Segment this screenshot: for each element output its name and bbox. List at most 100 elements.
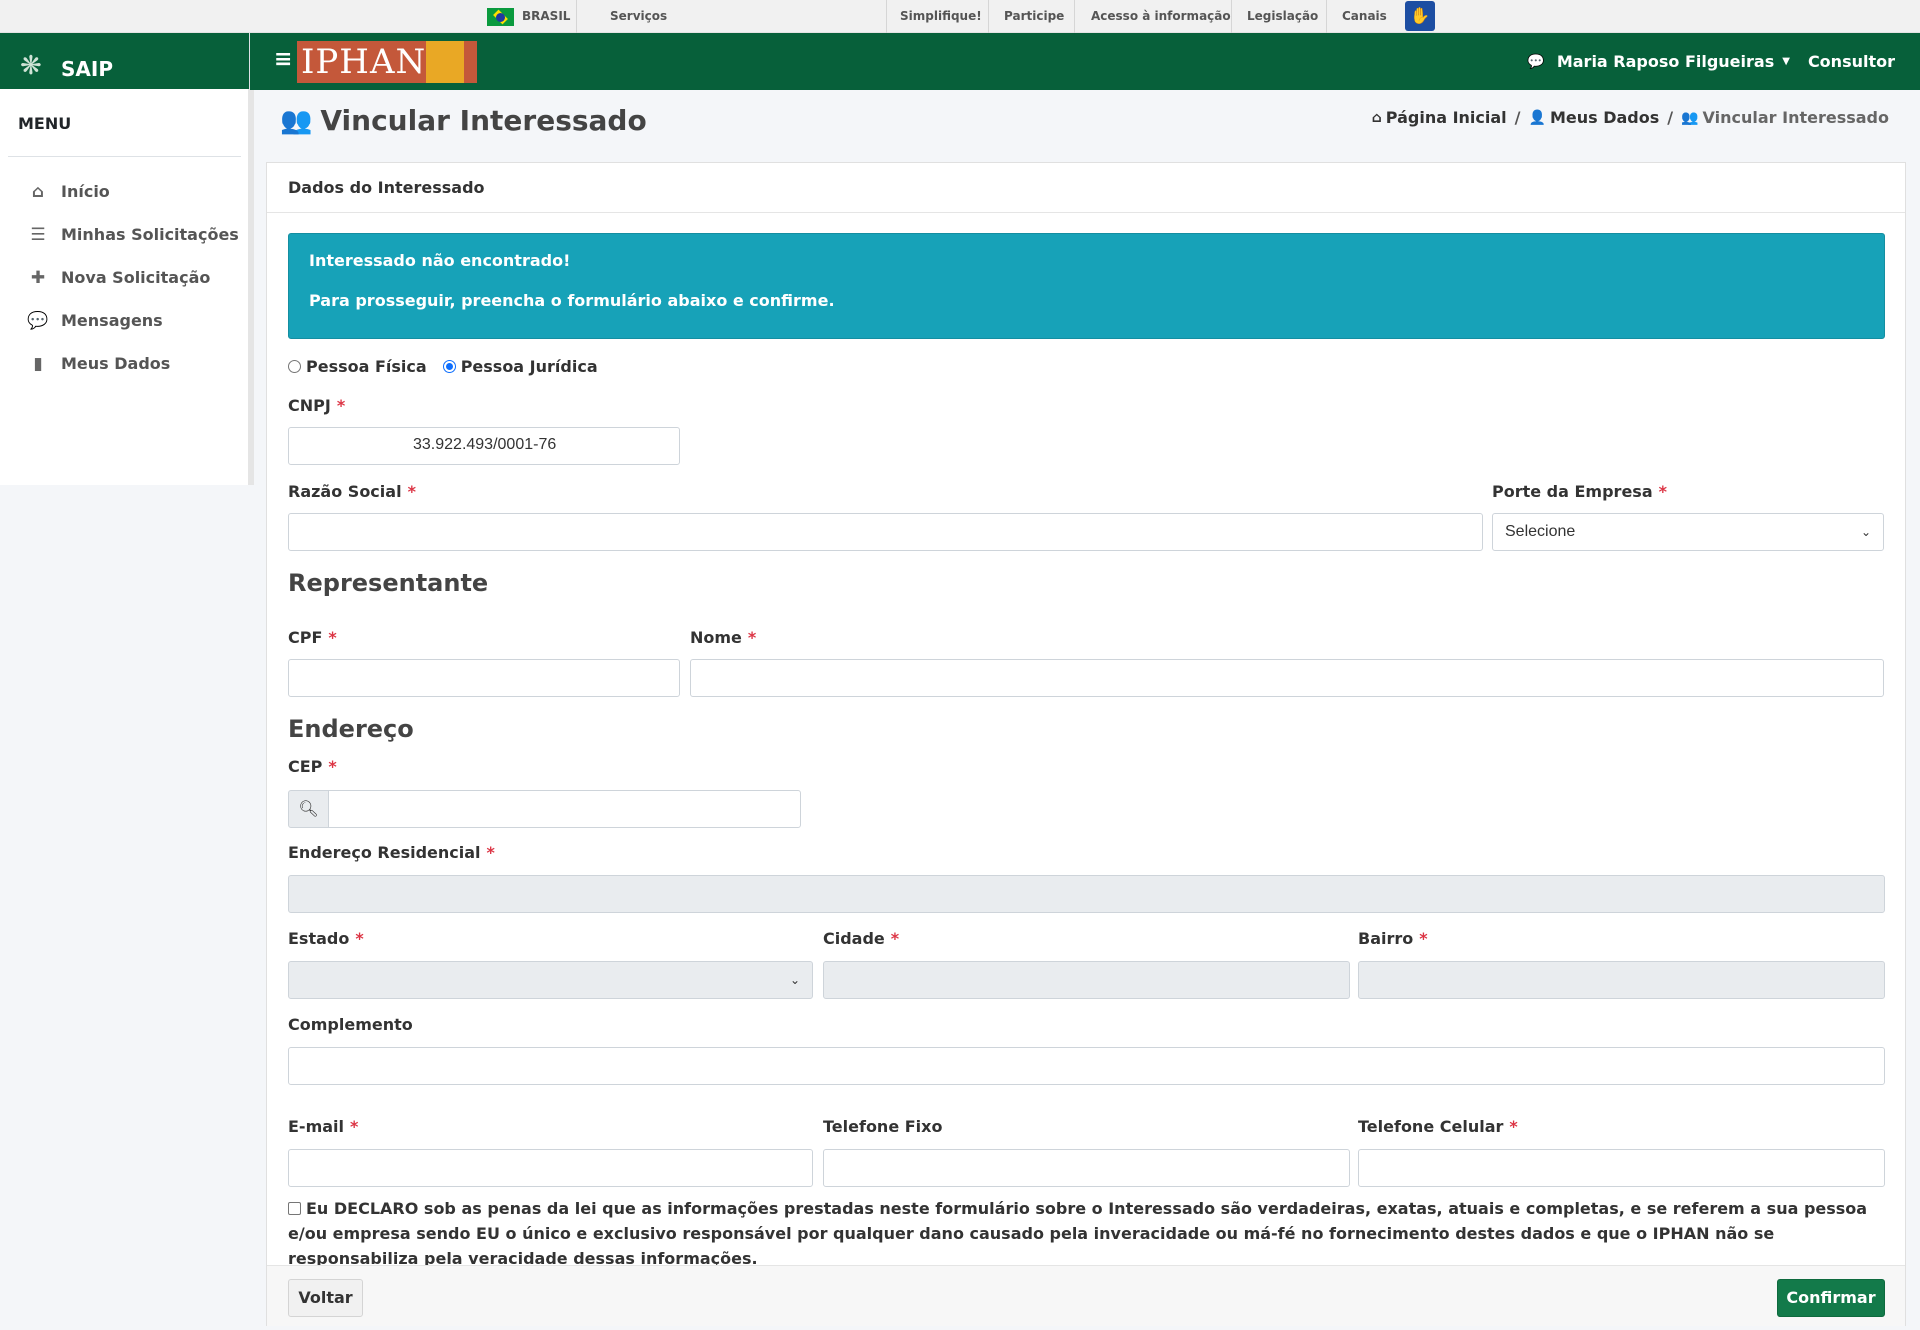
plus-icon: ✚ bbox=[30, 267, 46, 288]
estado-select[interactable]: ⌄ bbox=[288, 961, 813, 999]
app-name: SAIP bbox=[61, 56, 113, 81]
cep-label: CEP * bbox=[288, 757, 337, 776]
user-name-dropdown[interactable]: Maria Raposo Filgueiras bbox=[1557, 52, 1774, 71]
cpf-label: CPF * bbox=[288, 628, 337, 647]
breadcrumb-item-current: Vincular Interessado bbox=[1702, 108, 1889, 127]
cnpj-label: CNPJ * bbox=[288, 396, 346, 415]
complemento-input[interactable] bbox=[288, 1047, 1885, 1085]
cep-input[interactable] bbox=[328, 790, 801, 828]
porte-empresa-select[interactable]: Selecione ⌄ bbox=[1492, 513, 1884, 551]
endereco-residencial-input[interactable] bbox=[288, 875, 1885, 913]
chat-icon[interactable]: 💬 bbox=[1527, 54, 1544, 70]
sidebar-item-label: Mensagens bbox=[61, 311, 163, 330]
alert-line-1: Interessado não encontrado! bbox=[309, 251, 571, 270]
comments-icon: 💬 bbox=[27, 310, 49, 331]
razao-social-label: Razão Social * bbox=[288, 482, 416, 501]
iphan-logo-text: IPHAN bbox=[301, 42, 427, 82]
radio-label-pessoa-fisica[interactable]: Pessoa Física bbox=[306, 357, 427, 376]
confirm-button[interactable]: Confirmar bbox=[1777, 1279, 1885, 1317]
alert-line-2: Para prosseguir, preencha o formulário a… bbox=[309, 291, 835, 310]
home-icon: ⌂ bbox=[31, 181, 45, 202]
file-icon: ▮ bbox=[33, 353, 43, 374]
search-icon[interactable]: 🔍︎ bbox=[288, 790, 329, 828]
nome-label: Nome * bbox=[690, 628, 757, 647]
bairro-input[interactable] bbox=[1358, 961, 1885, 999]
gov-link-simplifique[interactable]: Simplifique! bbox=[900, 9, 982, 23]
gov-link-legislacao[interactable]: Legislação bbox=[1247, 9, 1318, 23]
sidebar-item-minhas-solicitacoes[interactable]: ☰ Minhas Solicitações bbox=[0, 213, 249, 256]
hamburger-menu-icon[interactable]: ≡ bbox=[274, 47, 292, 72]
bairro-label: Bairro * bbox=[1358, 929, 1428, 948]
endereco-residencial-label: Endereço Residencial * bbox=[288, 843, 495, 862]
breadcrumb: ⌂ Página Inicial / 👤 Meus Dados / 👥 Vinc… bbox=[1372, 108, 1889, 127]
person-type-radio-group: Pessoa Física Pessoa Jurídica bbox=[288, 357, 598, 376]
radio-label-pessoa-juridica[interactable]: Pessoa Jurídica bbox=[461, 357, 598, 376]
declaration-row: Eu DECLARO sob as penas da lei que as in… bbox=[288, 1196, 1888, 1271]
gov-brasil-link[interactable]: BRASIL bbox=[522, 9, 570, 23]
radio-pessoa-fisica[interactable] bbox=[288, 360, 301, 373]
chevron-down-icon: ⌄ bbox=[1860, 525, 1871, 539]
info-alert: Interessado não encontrado! Para prosseg… bbox=[288, 233, 1885, 339]
top-navbar: ≡ IPHAN 💬 Maria Raposo Filgueiras ▼ Cons… bbox=[250, 33, 1920, 90]
breadcrumb-item-pagina-inicial[interactable]: Página Inicial bbox=[1386, 108, 1507, 127]
breadcrumb-item-meus-dados[interactable]: Meus Dados bbox=[1550, 108, 1659, 127]
telefone-celular-label: Telefone Celular * bbox=[1358, 1117, 1518, 1136]
gov-link-canais[interactable]: Canais bbox=[1342, 9, 1387, 23]
home-icon: ⌂ bbox=[1371, 109, 1382, 126]
chevron-down-icon: ⌄ bbox=[789, 973, 800, 987]
card-header: Dados do Interessado bbox=[267, 163, 1905, 213]
porte-empresa-value: Selecione bbox=[1505, 523, 1576, 540]
complemento-label: Complemento bbox=[288, 1015, 413, 1034]
cidade-label: Cidade * bbox=[823, 929, 900, 948]
card-footer: Voltar Confirmar bbox=[267, 1265, 1905, 1326]
sidebar-item-mensagens[interactable]: 💬 Mensagens bbox=[0, 299, 249, 342]
sidebar-brand[interactable]: ❋ SAIP bbox=[0, 33, 249, 89]
saip-logo-icon: ❋ bbox=[20, 50, 42, 81]
cidade-input[interactable] bbox=[823, 961, 1350, 999]
accessibility-icon[interactable]: ✋ bbox=[1405, 1, 1435, 31]
back-button[interactable]: Voltar bbox=[288, 1279, 363, 1317]
gov-link-servicos[interactable]: Serviços bbox=[610, 9, 667, 23]
email-label: E-mail * bbox=[288, 1117, 359, 1136]
list-icon: ☰ bbox=[30, 224, 46, 245]
telefone-celular-input[interactable] bbox=[1358, 1149, 1885, 1187]
declaration-text[interactable]: Eu DECLARO sob as penas da lei que as in… bbox=[288, 1199, 1867, 1268]
user-icon: 👤 bbox=[1528, 109, 1546, 126]
breadcrumb-separator: / bbox=[1514, 108, 1521, 127]
form-card: Dados do Interessado Interessado não enc… bbox=[266, 162, 1906, 1326]
estado-label: Estado * bbox=[288, 929, 364, 948]
declaration-checkbox[interactable] bbox=[288, 1202, 301, 1215]
cpf-input[interactable] bbox=[288, 659, 680, 697]
menu-title: MENU bbox=[18, 114, 72, 133]
section-representante: Representante bbox=[288, 569, 489, 597]
sidebar-item-inicio[interactable]: ⌂ Início bbox=[0, 170, 249, 213]
gov-top-bar: BRASIL Serviços Simplifique! Participe A… bbox=[0, 0, 1920, 33]
email-input[interactable] bbox=[288, 1149, 813, 1187]
iphan-logo-tag-icon bbox=[426, 41, 465, 83]
gov-link-participe[interactable]: Participe bbox=[1004, 9, 1064, 23]
nome-input[interactable] bbox=[690, 659, 1884, 697]
iphan-logo[interactable]: IPHAN bbox=[297, 41, 477, 83]
caret-down-icon[interactable]: ▼ bbox=[1782, 56, 1790, 67]
sidebar-item-label: Meus Dados bbox=[61, 354, 171, 373]
brazil-flag-icon bbox=[487, 8, 514, 26]
sidebar-item-label: Minhas Solicitações bbox=[61, 225, 239, 244]
radio-pessoa-juridica[interactable] bbox=[442, 360, 456, 373]
breadcrumb-separator: / bbox=[1667, 108, 1674, 127]
page-title-text: Vincular Interessado bbox=[320, 104, 647, 137]
sidebar-item-nova-solicitacao[interactable]: ✚ Nova Solicitação bbox=[0, 256, 249, 299]
cnpj-input[interactable]: 33.922.493/0001-76 bbox=[288, 427, 680, 465]
sidebar: ❋ SAIP MENU ⌂ Início ☰ Minhas Solicitaçõ… bbox=[0, 33, 254, 485]
sidebar-item-label: Nova Solicitação bbox=[61, 268, 211, 287]
user-area: 💬 Maria Raposo Filgueiras ▼ Consultor bbox=[1527, 52, 1895, 71]
users-icon: 👥 bbox=[280, 105, 313, 136]
razao-social-input[interactable] bbox=[288, 513, 1483, 551]
user-role: Consultor bbox=[1807, 52, 1895, 71]
telefone-fixo-input[interactable] bbox=[823, 1149, 1350, 1187]
porte-empresa-label: Porte da Empresa * bbox=[1492, 482, 1667, 501]
gov-link-acesso-informacao[interactable]: Acesso à informação bbox=[1091, 9, 1231, 23]
sidebar-item-meus-dados[interactable]: ▮ Meus Dados bbox=[0, 342, 249, 385]
telefone-fixo-label: Telefone Fixo bbox=[823, 1117, 943, 1136]
sidebar-scrollbar[interactable] bbox=[248, 89, 254, 485]
section-endereco: Endereço bbox=[288, 715, 414, 743]
